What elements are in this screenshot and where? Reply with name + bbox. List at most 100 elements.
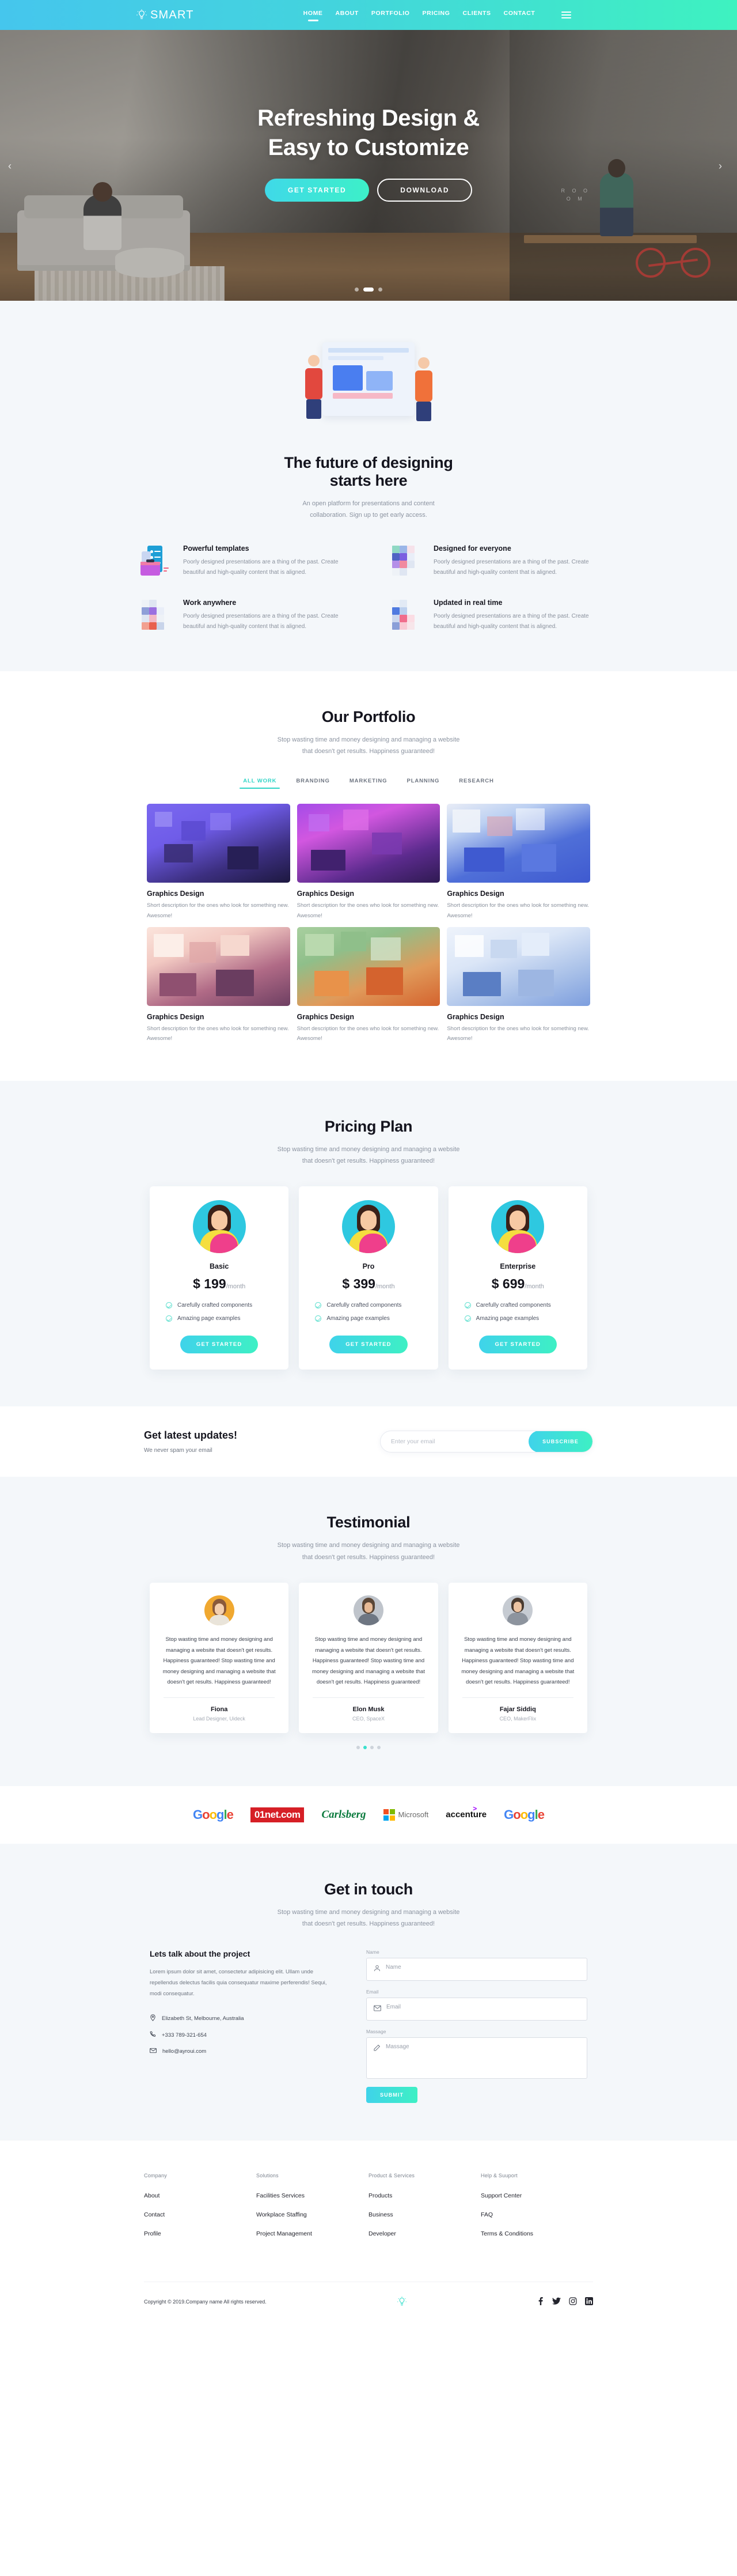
plan-feature-label: Carefully crafted components: [177, 1302, 253, 1309]
hero-slider-dots[interactable]: [355, 288, 382, 292]
hero-dot-3[interactable]: [378, 288, 382, 292]
email-field-wrapper[interactable]: [366, 1998, 587, 2021]
brand-text: SMART: [150, 8, 194, 21]
instagram-icon[interactable]: [569, 2297, 577, 2307]
email-input[interactable]: [386, 2004, 580, 2011]
footer-link[interactable]: Developer: [368, 2230, 481, 2237]
nav-item-contact[interactable]: CONTACT: [504, 10, 535, 21]
testimonial-dot-1[interactable]: [356, 1745, 360, 1749]
nav-item-home[interactable]: HOME: [303, 10, 323, 21]
portfolio-tab-planning[interactable]: PLANNING: [407, 778, 439, 789]
testimonial-text: Stop wasting time and money designing an…: [162, 1636, 276, 1686]
plan-features: Carefully crafted components Amazing pag…: [461, 1302, 575, 1322]
testimonial-author-role: Lead Designer, Uideck: [193, 1715, 245, 1722]
portfolio-thumbnail[interactable]: [147, 804, 290, 883]
portfolio-item-name: Graphics Design: [147, 890, 204, 898]
hero-dot-2[interactable]: [363, 288, 374, 292]
footer-link[interactable]: Contact: [144, 2211, 256, 2218]
logo-carlsberg: Carlsberg: [321, 1808, 366, 1821]
portfolio-thumbnail[interactable]: [147, 926, 290, 1006]
footer-link[interactable]: FAQ: [481, 2211, 593, 2218]
portfolio-thumbnail[interactable]: [447, 804, 590, 883]
footer-link[interactable]: Profile: [144, 2230, 256, 2237]
portfolio-item[interactable]: Graphics Design Short description for th…: [447, 926, 590, 1044]
nav-item-pricing[interactable]: PRICING: [423, 10, 450, 21]
footer-link[interactable]: Terms & Conditions: [481, 2230, 593, 2237]
footer-link[interactable]: Products: [368, 2192, 481, 2199]
pricing-section: Pricing Plan Stop wasting time and money…: [0, 1080, 737, 1407]
feature-desc: Poorly designed presentations are a thin…: [434, 558, 589, 576]
future-subtitle-line-2: collaboration. Sign up to get early acce…: [310, 512, 427, 519]
clients-logos-section: Google 01net.com Carlsberg Microsoft > ac…: [0, 1786, 737, 1844]
feature-grid: Powerful templates Poorly designed prese…: [138, 544, 599, 634]
nav-item-portfolio[interactable]: PORTFOLIO: [371, 10, 410, 21]
testimonial-dot-3[interactable]: [370, 1745, 374, 1749]
copyright-text: Copyright © 2019.Company name All rights…: [144, 2299, 267, 2305]
portfolio-tab-branding[interactable]: BRANDING: [296, 778, 329, 789]
plan-feature: Carefully crafted components: [166, 1302, 276, 1309]
twitter-icon[interactable]: [552, 2297, 561, 2307]
nav-item-clients[interactable]: CLIENTS: [463, 10, 491, 21]
portfolio-thumbnail[interactable]: [297, 926, 440, 1006]
portfolio-grid: Graphics Design Short description for th…: [147, 804, 590, 1043]
portfolio-tab-marketing[interactable]: MARKETING: [349, 778, 388, 789]
hero-dot-1[interactable]: [355, 288, 359, 292]
download-button[interactable]: DOWNLOAD: [377, 179, 473, 202]
name-input[interactable]: [386, 1964, 580, 1971]
contact-info: Lets talk about the project Lorem ipsum …: [150, 1949, 340, 2103]
newsletter-email-input[interactable]: [381, 1438, 529, 1446]
footer-link[interactable]: Workplace Staffing: [256, 2211, 368, 2218]
subscribe-button[interactable]: SUBSCRIBE: [529, 1431, 592, 1452]
plan-get-started-button[interactable]: GET STARTED: [329, 1336, 408, 1354]
facebook-icon[interactable]: [537, 2297, 544, 2307]
footer-link[interactable]: About: [144, 2192, 256, 2199]
portfolio-thumbnail[interactable]: [297, 804, 440, 883]
name-field-wrapper[interactable]: [366, 1958, 587, 1981]
message-textarea[interactable]: [386, 2044, 580, 2063]
portfolio-thumbnail[interactable]: [447, 926, 590, 1006]
testimonial-slider-dots[interactable]: [69, 1745, 668, 1749]
portfolio-item[interactable]: Graphics Design Short description for th…: [147, 926, 290, 1044]
footer-link[interactable]: Facilities Services: [256, 2192, 368, 2199]
nav-item-about[interactable]: ABOUT: [336, 10, 359, 21]
name-field-label: Name: [366, 1949, 379, 1955]
message-field-wrapper[interactable]: [366, 2037, 587, 2079]
hero-title-line-2: Easy to Customize: [268, 135, 469, 161]
avatar: [204, 1595, 234, 1625]
testimonial-subtitle-line-2: that doesn't get results. Happiness guar…: [302, 1553, 435, 1561]
plan-get-started-button[interactable]: GET STARTED: [180, 1336, 259, 1354]
submit-button[interactable]: SUBMIT: [366, 2087, 418, 2104]
testimonial-title: Testimonial: [326, 1514, 411, 1531]
future-subtitle: An open platform for presentations and c…: [69, 498, 668, 521]
avatar: [503, 1595, 533, 1625]
footer-column-help: Help & Suuport Support Center FAQ Terms …: [481, 2173, 593, 2249]
testimonial-dot-2[interactable]: [363, 1745, 367, 1749]
hamburger-menu-icon[interactable]: [561, 12, 572, 18]
pricing-subtitle-line-1: Stop wasting time and money designing an…: [277, 1145, 460, 1153]
portfolio-tab-research[interactable]: RESEARCH: [459, 778, 494, 789]
hero-prev-arrow-icon[interactable]: ‹: [8, 160, 18, 172]
divider: [462, 1697, 573, 1698]
portfolio-item[interactable]: Graphics Design Short description for th…: [297, 926, 440, 1044]
footer-link[interactable]: Project Management: [256, 2230, 368, 2237]
footer-link[interactable]: Support Center: [481, 2192, 593, 2199]
contact-email: hello@ayroui.com: [150, 2048, 340, 2055]
brand-logo[interactable]: SMART: [135, 9, 194, 22]
portfolio-item[interactable]: Graphics Design Short description for th…: [447, 804, 590, 921]
get-started-button[interactable]: GET STARTED: [264, 179, 370, 202]
newsletter-title: Get latest updates!: [144, 1429, 238, 1442]
testimonial-dot-4[interactable]: [377, 1745, 381, 1749]
plan-name: Basic: [209, 1262, 229, 1271]
contact-row: Lets talk about the project Lorem ipsum …: [150, 1949, 587, 2104]
footer-column-company: Company About Contact Profile: [144, 2173, 256, 2249]
linkedin-icon[interactable]: [585, 2297, 593, 2307]
hero-next-arrow-icon[interactable]: ›: [719, 160, 729, 172]
hero-title: Refreshing Design & Easy to Customize: [0, 104, 737, 162]
portfolio-item[interactable]: Graphics Design Short description for th…: [147, 804, 290, 921]
portfolio-tab-all-work[interactable]: ALL WORK: [240, 778, 280, 789]
testimonial-card: Stop wasting time and money designing an…: [448, 1583, 587, 1733]
check-icon: [464, 1302, 471, 1309]
footer-link[interactable]: Business: [368, 2211, 481, 2218]
plan-get-started-button[interactable]: GET STARTED: [478, 1336, 557, 1354]
portfolio-item[interactable]: Graphics Design Short description for th…: [297, 804, 440, 921]
